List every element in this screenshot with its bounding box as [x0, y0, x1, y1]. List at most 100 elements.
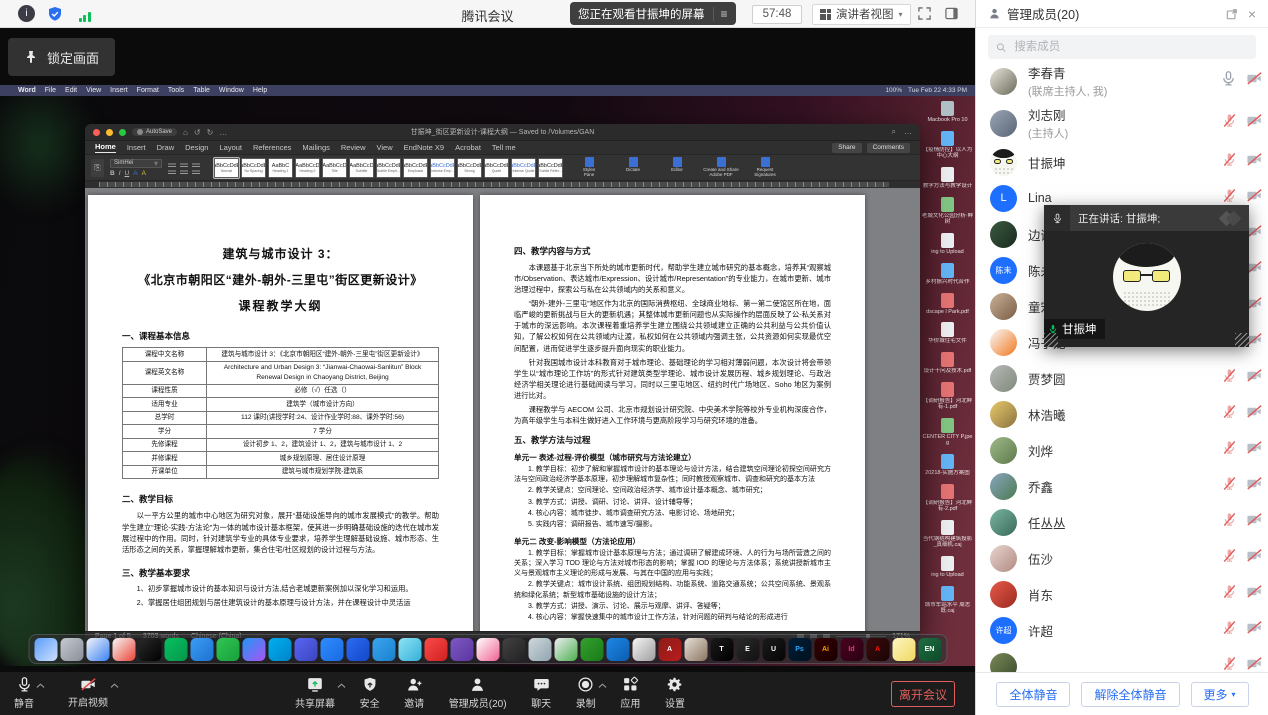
- desktop-file[interactable]: 教学方法与教学设计: [922, 167, 974, 189]
- macos-menu-item[interactable]: Format: [137, 87, 159, 94]
- resize-handle[interactable]: [1044, 333, 1058, 347]
- ribbon-action-editor[interactable]: Editor: [657, 157, 697, 178]
- close-traffic-light[interactable]: [93, 129, 100, 136]
- ribbon-tab-design[interactable]: Design: [185, 143, 208, 152]
- autosave-toggle[interactable]: AutoSave: [132, 128, 177, 136]
- watching-banner[interactable]: 您正在观看甘振坤的屏幕 ≡: [570, 2, 736, 25]
- dock-app-icon[interactable]: [60, 638, 83, 661]
- member-row[interactable]: 李春青(联席主持人, 我): [976, 60, 1268, 102]
- undo-icon[interactable]: ↺: [194, 128, 201, 137]
- style-swatch[interactable]: AaBbCcDdEeNo Spacing: [241, 158, 266, 178]
- comments-button[interactable]: Comments: [867, 143, 910, 153]
- side-panel-icon[interactable]: [943, 5, 960, 22]
- toolbar-share-button[interactable]: 共享屏幕: [295, 676, 335, 710]
- minimize-traffic-light[interactable]: [106, 129, 113, 136]
- dock-app-icon[interactable]: EN: [918, 638, 941, 661]
- member-row[interactable]: 林浩曦: [976, 396, 1268, 432]
- member-camera-icon[interactable]: [1246, 512, 1263, 532]
- toolbar-mic-button[interactable]: 静音: [14, 676, 34, 710]
- macos-menu-item[interactable]: Table: [193, 87, 210, 94]
- member-mic-icon[interactable]: [1222, 476, 1237, 496]
- member-camera-icon[interactable]: [1246, 584, 1263, 604]
- member-mic-icon[interactable]: [1222, 152, 1237, 172]
- chevron-up-icon[interactable]: [110, 683, 119, 689]
- member-row[interactable]: 贾梦圆: [976, 360, 1268, 396]
- banner-menu-icon[interactable]: ≡: [713, 7, 728, 21]
- desktop-file[interactable]: 乡村振兴时代合作: [922, 263, 974, 285]
- ribbon-action-request[interactable]: Request Signatures: [745, 157, 785, 178]
- shading-button[interactable]: [192, 169, 200, 174]
- member-row[interactable]: 许超许超: [976, 612, 1268, 648]
- member-camera-icon[interactable]: [1246, 404, 1263, 424]
- dock-app-icon[interactable]: [528, 638, 551, 661]
- member-row[interactable]: [976, 648, 1268, 672]
- dock-app-icon[interactable]: [372, 638, 395, 661]
- member-mic-icon[interactable]: [1222, 620, 1237, 640]
- dock-app-icon[interactable]: [632, 638, 655, 661]
- dock-app-icon[interactable]: [34, 638, 57, 661]
- dock-app-icon[interactable]: [424, 638, 447, 661]
- member-mic-icon[interactable]: [1222, 368, 1237, 388]
- toolbar-shield-button[interactable]: 安全: [360, 676, 380, 710]
- desktop-file[interactable]: 【疫情防控】以人为中心大纲: [922, 131, 974, 160]
- style-swatch[interactable]: AaBbCcDTitle: [322, 158, 347, 178]
- toolbar-gear-button[interactable]: 设置: [665, 676, 685, 710]
- member-camera-icon[interactable]: [1246, 620, 1263, 640]
- member-row[interactable]: 刘志刚(主持人): [976, 102, 1268, 144]
- toolbar-apps-button[interactable]: 应用: [620, 676, 640, 710]
- dock-app-icon[interactable]: E: [736, 638, 759, 661]
- dock-app-icon[interactable]: [216, 638, 239, 661]
- dock-app-icon[interactable]: Ps: [788, 638, 811, 661]
- dock-app-icon[interactable]: [190, 638, 213, 661]
- toolbar-members-button[interactable]: 管理成员(20): [449, 676, 507, 710]
- member-row[interactable]: 伍沙: [976, 540, 1268, 576]
- redo-icon[interactable]: ↻: [207, 128, 214, 137]
- chevron-up-icon[interactable]: [598, 683, 607, 689]
- desktop-file[interactable]: 老城文化公园分析·鲜树: [922, 197, 974, 226]
- dock-app-icon[interactable]: Id: [840, 638, 863, 661]
- more-icon[interactable]: …: [219, 128, 227, 137]
- align-left-button[interactable]: [168, 169, 176, 174]
- ribbon-tab-layout[interactable]: Layout: [219, 143, 242, 152]
- style-swatch[interactable]: AaBbCcDdEeEmphasis: [403, 158, 428, 178]
- style-swatch[interactable]: AaBbCcDdEeSubtle Emph...: [376, 158, 401, 178]
- unmute-all-button[interactable]: 解除全体静音: [1081, 682, 1179, 707]
- member-row[interactable]: 任丛丛: [976, 504, 1268, 540]
- macos-menu-item[interactable]: Word: [18, 87, 36, 94]
- number-list-button[interactable]: [180, 162, 188, 167]
- style-swatch[interactable]: AaBbCcDSubtitle: [349, 158, 374, 178]
- macos-menu-item[interactable]: Insert: [110, 87, 128, 94]
- toolbar-record-button[interactable]: 录制: [576, 676, 596, 710]
- underline-button[interactable]: U: [125, 170, 130, 177]
- dock-app-icon[interactable]: [320, 638, 343, 661]
- member-camera-icon[interactable]: [1246, 71, 1263, 91]
- style-swatch[interactable]: AaBbCcDdEeNormal: [214, 158, 239, 178]
- fullscreen-icon[interactable]: [916, 5, 933, 22]
- resize-handle[interactable]: [1235, 333, 1249, 347]
- overflow-icon[interactable]: …: [904, 127, 912, 137]
- dock-app-icon[interactable]: [294, 638, 317, 661]
- search-box[interactable]: [988, 35, 1256, 59]
- ribbon-action-styles[interactable]: Styles Pane: [569, 157, 609, 178]
- desktop-file[interactable]: 设计十问及技术.pdf: [922, 352, 974, 374]
- zoom-traffic-light[interactable]: [119, 129, 126, 136]
- dock-app-icon[interactable]: [346, 638, 369, 661]
- style-swatch[interactable]: AaBbCcDdEeQuote: [484, 158, 509, 178]
- lock-view-button[interactable]: 锁定画面: [8, 38, 115, 76]
- dock-app-icon[interactable]: A: [866, 638, 889, 661]
- ribbon-tab-acrobat[interactable]: Acrobat: [455, 143, 481, 152]
- member-camera-icon[interactable]: [1246, 548, 1263, 568]
- paste-button[interactable]: ⎘: [91, 159, 104, 177]
- dock-app-icon[interactable]: U: [762, 638, 785, 661]
- style-swatch[interactable]: AaBbCcDdEeStrong: [457, 158, 482, 178]
- member-mic-icon[interactable]: [1222, 656, 1237, 672]
- dock-app-icon[interactable]: [268, 638, 291, 661]
- italic-button[interactable]: I: [119, 170, 121, 177]
- ribbon-tab-draw[interactable]: Draw: [157, 143, 175, 152]
- member-camera-icon[interactable]: [1246, 440, 1263, 460]
- dock-app-icon[interactable]: [580, 638, 603, 661]
- popout-icon[interactable]: [1226, 8, 1238, 20]
- ribbon-tab-references[interactable]: References: [253, 143, 291, 152]
- desktop-file[interactable]: 【调研报告】河北鲜有-1.pdf: [922, 382, 974, 411]
- home-icon[interactable]: ⌂: [183, 128, 188, 137]
